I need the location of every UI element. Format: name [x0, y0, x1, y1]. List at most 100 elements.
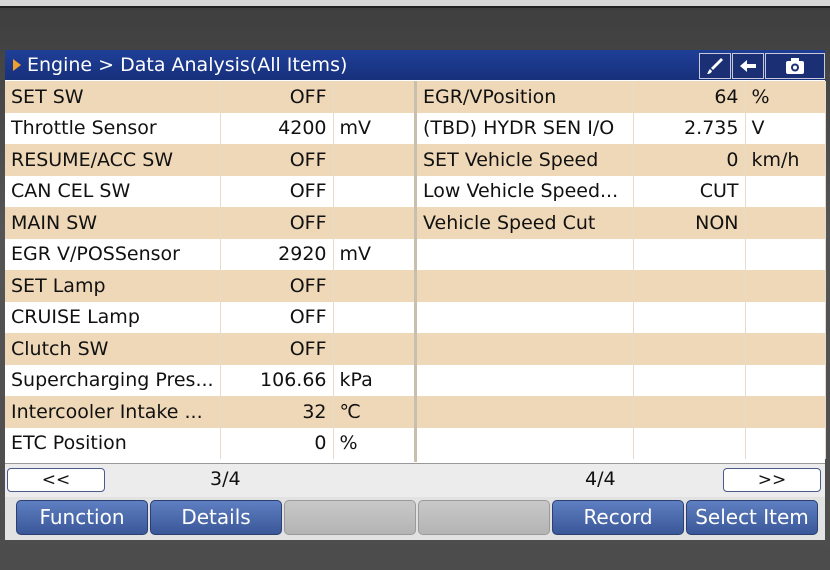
cell-unit: mV	[333, 112, 416, 144]
cell-unit	[745, 175, 826, 207]
record-button[interactable]: Record	[552, 500, 684, 535]
cell-value: OFF	[220, 144, 334, 176]
table-row[interactable]: SET SW OFF	[5, 81, 416, 113]
cell-value: 4200	[220, 112, 334, 144]
cell-value	[633, 396, 746, 428]
cell-unit	[333, 333, 416, 365]
table-row[interactable]: MAIN SW OFF	[5, 207, 416, 239]
device-top-bezel	[0, 0, 830, 8]
cell-name: Throttle Sensor	[5, 112, 221, 144]
table-row[interactable]	[417, 396, 826, 428]
cell-name: CRUISE Lamp	[5, 301, 221, 333]
cell-value	[633, 364, 746, 396]
cell-unit	[333, 144, 416, 176]
table-row[interactable]: Low Vehicle Speed... CUT	[417, 175, 826, 207]
cell-unit: mV	[333, 238, 416, 270]
cell-unit	[333, 175, 416, 207]
cell-name: MAIN SW	[5, 207, 221, 239]
cell-unit: V	[745, 112, 826, 144]
next-page-button[interactable]: >>	[723, 468, 821, 492]
empty-button-2	[418, 500, 550, 535]
table-row[interactable]	[417, 238, 826, 270]
back-button[interactable]	[732, 53, 764, 79]
cell-value: 2.735	[633, 112, 746, 144]
prev-page-button[interactable]: <<	[7, 468, 105, 492]
cell-name: EGR/VPosition	[417, 81, 634, 113]
table-row[interactable]: CRUISE Lamp OFF	[5, 301, 416, 333]
table-row[interactable]: Intercooler Intake ... 32 ℃	[5, 396, 416, 428]
breadcrumb-arrow-icon	[13, 59, 21, 71]
table-row[interactable]: Supercharging Pres... 106.66 kPa	[5, 364, 416, 396]
cell-value	[633, 238, 746, 270]
cell-value: OFF	[220, 301, 334, 333]
cell-name	[417, 427, 634, 459]
cell-name	[417, 270, 634, 302]
cell-value: 32	[220, 396, 334, 428]
function-button[interactable]: Function	[16, 500, 148, 535]
cell-unit	[333, 81, 416, 113]
cell-unit: kPa	[333, 364, 416, 396]
cell-name: SET SW	[5, 81, 221, 113]
title-bar: Engine > Data Analysis(All Items)	[5, 50, 825, 80]
cell-name: Vehicle Speed Cut	[417, 207, 634, 239]
table-row[interactable]: SET Vehicle Speed 0 km/h	[417, 144, 826, 176]
table-row[interactable]: Vehicle Speed Cut NON	[417, 207, 826, 239]
table-row[interactable]: ETC Position 0%	[5, 427, 416, 459]
cell-name	[417, 396, 634, 428]
cell-unit	[745, 301, 826, 333]
pager-bar: << 3/4 4/4 >>	[5, 463, 825, 499]
cell-value: OFF	[220, 270, 334, 302]
cell-unit	[745, 270, 826, 302]
cell-value: 64	[633, 81, 746, 113]
cell-name: ETC Position	[5, 427, 221, 459]
cell-unit	[333, 301, 416, 333]
table-row[interactable]: Throttle Sensor 4200 mV	[5, 112, 416, 144]
camera-button[interactable]	[765, 53, 825, 79]
cell-unit	[745, 238, 826, 270]
cell-name: RESUME/ACC SW	[5, 144, 221, 176]
table-row[interactable]	[417, 270, 826, 302]
cell-unit: %	[745, 81, 826, 113]
table-row[interactable]: CAN CEL SW OFF	[5, 175, 416, 207]
table-row[interactable]: EGR V/POSSensor 2920 mV	[5, 238, 416, 270]
cell-value: 0	[220, 427, 334, 459]
table-row[interactable]: RESUME/ACC SW OFF	[5, 144, 416, 176]
cell-value: OFF	[220, 81, 334, 113]
cell-value: OFF	[220, 207, 334, 239]
cell-unit: ℃	[333, 396, 416, 428]
cell-name: Clutch SW	[5, 333, 221, 365]
breadcrumb: Engine > Data Analysis(All Items)	[27, 54, 348, 76]
cell-name: Intercooler Intake ...	[5, 396, 221, 428]
cell-unit	[745, 427, 826, 459]
brush-button[interactable]	[699, 53, 731, 79]
right-data-table: EGR/VPosition 64% (TBD) HYDR SEN I/O 2.735 V…	[417, 81, 826, 459]
cell-unit	[745, 364, 826, 396]
table-row[interactable]	[417, 333, 826, 365]
details-button[interactable]: Details	[150, 500, 282, 535]
cell-unit	[745, 396, 826, 428]
table-row[interactable]: Clutch SW OFF	[5, 333, 416, 365]
function-bar: Function Details Record Select Item	[5, 497, 825, 540]
cell-unit: %	[333, 427, 416, 459]
cell-name: CAN CEL SW	[5, 175, 221, 207]
cell-unit	[745, 207, 826, 239]
cell-unit	[333, 270, 416, 302]
left-data-table: SET SW OFF Throttle Sensor 4200 mV RESUME/ACC…	[5, 81, 416, 459]
left-page-number: 3/4	[210, 468, 241, 490]
cell-value: 2920	[220, 238, 334, 270]
select-item-button[interactable]: Select Item	[686, 500, 818, 535]
table-row[interactable]	[417, 364, 826, 396]
table-row[interactable]: (TBD) HYDR SEN I/O 2.735 V	[417, 112, 826, 144]
screen: Engine > Data Analysis(All Items) SET SW…	[5, 50, 826, 540]
table-row[interactable]: SET Lamp OFF	[5, 270, 416, 302]
table-row[interactable]	[417, 301, 826, 333]
table-row[interactable]: EGR/VPosition 64%	[417, 81, 826, 113]
cell-value: NON	[633, 207, 746, 239]
cell-name: EGR V/POSSensor	[5, 238, 221, 270]
table-row[interactable]	[417, 427, 826, 459]
cell-unit: km/h	[745, 144, 826, 176]
cell-value	[633, 270, 746, 302]
cell-value: OFF	[220, 333, 334, 365]
cell-name: SET Vehicle Speed	[417, 144, 634, 176]
back-arrow-icon	[740, 60, 756, 72]
